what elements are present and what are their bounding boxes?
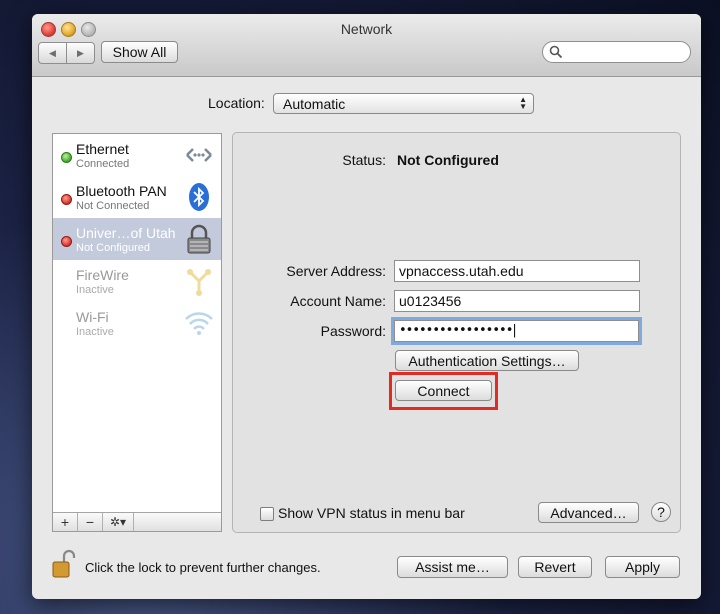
status-dot-red: [61, 194, 72, 205]
account-name-field[interactable]: u0123456: [394, 290, 640, 312]
service-list-toolbar: + − ✲▾: [53, 512, 221, 531]
status-value: Not Configured: [397, 152, 499, 168]
status-label: Status:: [342, 152, 386, 168]
assist-me-button[interactable]: Assist me…: [397, 556, 508, 578]
ethernet-icon: [186, 148, 212, 162]
firewire-icon: [187, 269, 211, 296]
status-dot-green: [61, 152, 72, 163]
service-status: Inactive: [76, 284, 114, 296]
service-status: Inactive: [76, 326, 114, 338]
service-status: Not Connected: [76, 200, 150, 212]
service-item-wifi[interactable]: Wi-Fi Inactive: [53, 302, 221, 344]
back-forward-control: ◀ ▶: [38, 42, 95, 64]
service-name: Bluetooth PAN: [76, 183, 167, 199]
annotation-highlight-box: [389, 372, 498, 410]
title-bar: Network ◀ ▶ Show All: [32, 14, 701, 77]
service-item-firewire[interactable]: FireWire Inactive: [53, 260, 221, 302]
wifi-icon: [185, 312, 213, 335]
password-field[interactable]: •••••••••••••••••|: [394, 320, 639, 342]
service-status: Not Configured: [76, 242, 150, 254]
lock-icon[interactable]: [52, 549, 76, 579]
service-name: FireWire: [76, 267, 129, 283]
search-icon: [549, 45, 563, 59]
action-menu-button[interactable]: ✲▾: [103, 513, 134, 531]
service-item-university-of-utah-vpn[interactable]: Univer…of Utah Not Configured: [53, 218, 221, 260]
forward-button[interactable]: ▶: [66, 43, 94, 63]
service-name: Univer…of Utah: [76, 225, 176, 241]
service-name: Wi-Fi: [76, 309, 109, 325]
server-address-field[interactable]: vpnaccess.utah.edu: [394, 260, 640, 282]
search-field[interactable]: [542, 41, 691, 63]
service-item-ethernet[interactable]: Ethernet Connected: [53, 134, 221, 176]
location-label: Location:: [208, 95, 265, 111]
add-service-button[interactable]: +: [53, 513, 78, 531]
location-value: Automatic: [283, 96, 346, 112]
popup-arrows-icon: ▲ ▼: [519, 95, 527, 111]
remove-service-button[interactable]: −: [78, 513, 103, 531]
bluetooth-icon: [189, 183, 209, 211]
advanced-button[interactable]: Advanced…: [538, 502, 639, 523]
password-dots: •••••••••••••••••: [399, 323, 513, 338]
status-dot-red: [61, 236, 72, 247]
network-preferences-window: Network ◀ ▶ Show All Location: Automatic…: [32, 14, 701, 599]
apply-button[interactable]: Apply: [605, 556, 680, 578]
password-label: Password:: [320, 323, 386, 339]
vpn-lock-icon: [187, 224, 211, 254]
show-vpn-status-label: Show VPN status in menu bar: [278, 505, 465, 521]
back-button[interactable]: ◀: [39, 43, 66, 63]
show-all-button[interactable]: Show All: [101, 41, 178, 63]
help-button[interactable]: ?: [651, 502, 671, 522]
revert-button[interactable]: Revert: [518, 556, 592, 578]
lock-message: Click the lock to prevent further change…: [85, 560, 321, 575]
show-vpn-status-checkbox[interactable]: [260, 507, 274, 521]
server-address-label: Server Address:: [286, 263, 386, 279]
account-name-label: Account Name:: [290, 293, 386, 309]
authentication-settings-button[interactable]: Authentication Settings…: [395, 350, 579, 371]
service-name: Ethernet: [76, 141, 129, 157]
service-status: Connected: [76, 158, 130, 170]
location-popup[interactable]: Automatic ▲ ▼: [273, 93, 534, 114]
service-item-bluetooth-pan[interactable]: Bluetooth PAN Not Connected: [53, 176, 221, 218]
window-title: Network: [340, 21, 393, 37]
service-list: Ethernet Connected Bluetooth PAN Not Con…: [52, 133, 222, 532]
